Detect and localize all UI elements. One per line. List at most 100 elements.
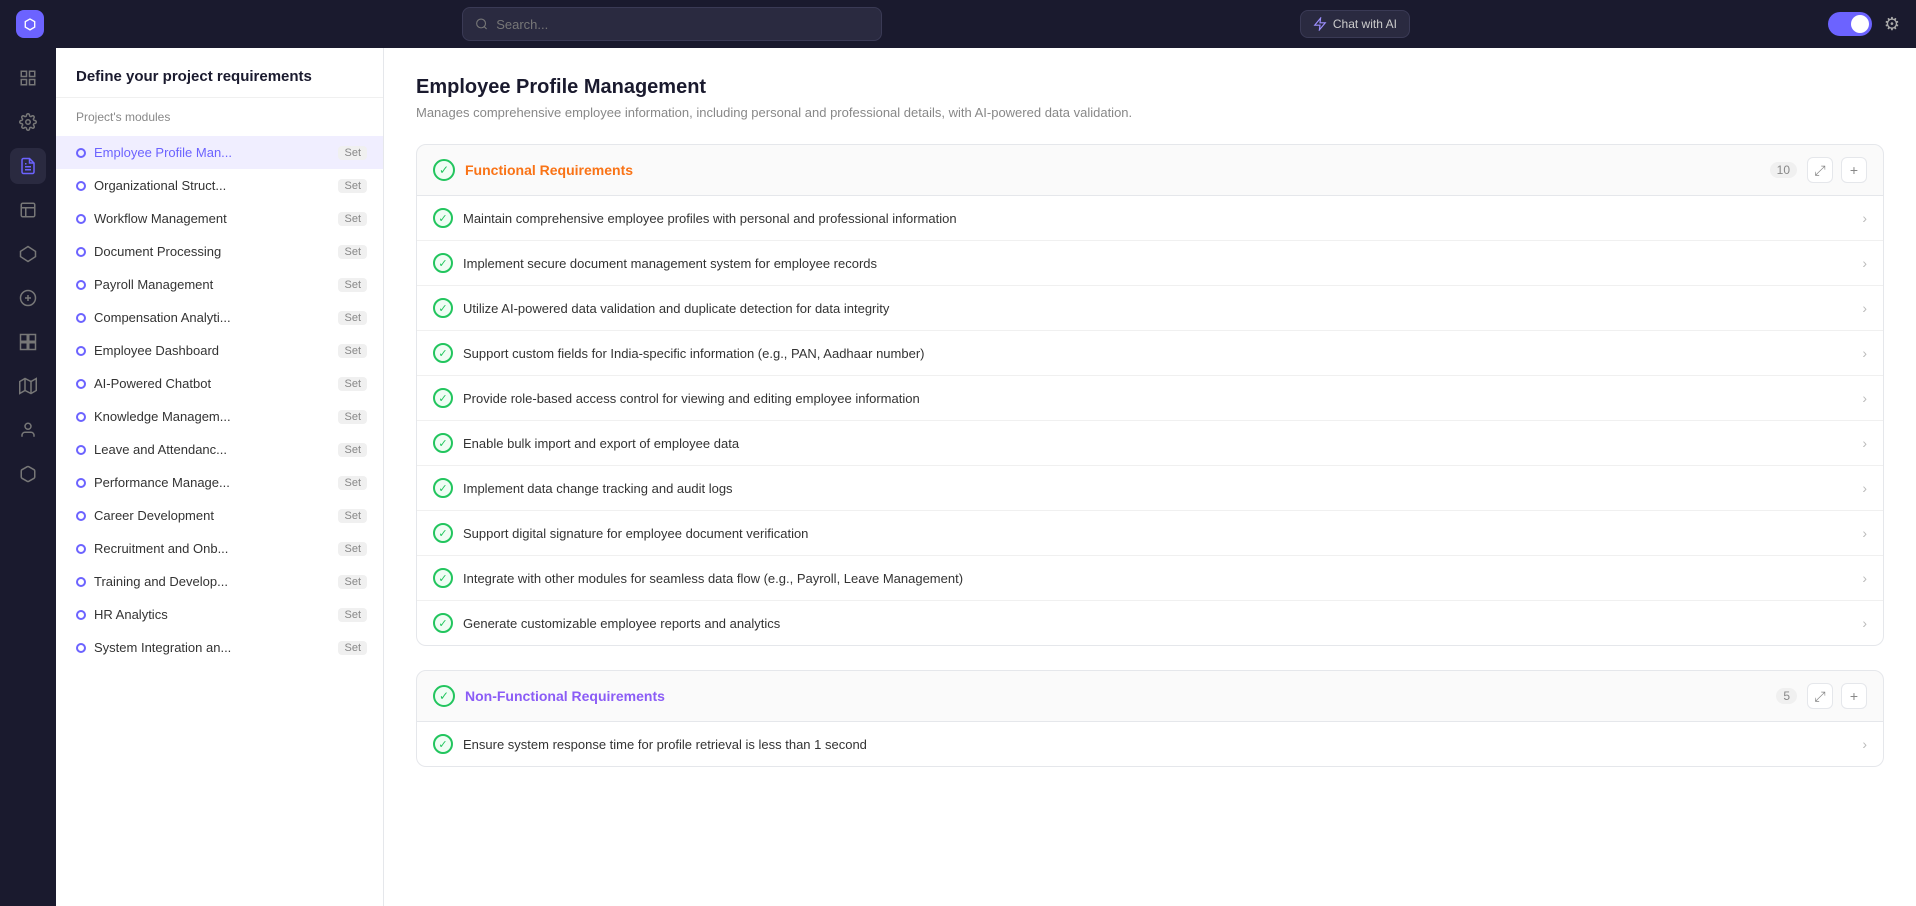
req-item-check-icon: ✓ [433,734,453,754]
module-dot [76,313,86,323]
req-item[interactable]: ✓ Integrate with other modules for seaml… [417,556,1883,601]
sidebar-icon-grid[interactable] [10,60,46,96]
req-expand-button[interactable]: ⤢ [1807,683,1833,709]
module-badge: Set [338,575,367,589]
req-item-arrow-icon: › [1862,736,1867,752]
module-item[interactable]: System Integration an... Set [56,631,383,664]
sidebar-icon-user[interactable] [10,412,46,448]
project-panel-header: Define your project requirements [56,48,383,98]
req-item-check-icon: ✓ [433,253,453,273]
module-item[interactable]: Organizational Struct... Set [56,169,383,202]
req-section: ✓ Functional Requirements 10 ⤢ + ✓ Maint… [416,144,1884,646]
icon-sidebar [0,48,56,906]
module-item[interactable]: Document Processing Set [56,235,383,268]
req-item-check-icon: ✓ [433,523,453,543]
settings-icon[interactable]: ⚙ [1884,14,1900,35]
modules-list: Employee Profile Man... Set Organization… [56,132,383,906]
req-item[interactable]: ✓ Generate customizable employee reports… [417,601,1883,645]
module-item[interactable]: HR Analytics Set [56,598,383,631]
req-count: 10 [1770,162,1797,178]
req-count: 5 [1776,688,1797,704]
req-item-arrow-icon: › [1862,210,1867,226]
req-item[interactable]: ✓ Implement secure document management s… [417,241,1883,286]
req-item-text: Utilize AI-powered data validation and d… [463,301,1852,316]
sidebar-icon-settings[interactable] [10,104,46,140]
req-section-header: ✓ Non-Functional Requirements 5 ⤢ + [416,670,1884,722]
module-item[interactable]: Compensation Analyti... Set [56,301,383,334]
req-expand-button[interactable]: ⤢ [1807,157,1833,183]
req-section-title: Non-Functional Requirements [465,688,1766,704]
req-item-text: Generate customizable employee reports a… [463,616,1852,631]
module-dot [76,445,86,455]
module-item[interactable]: Workflow Management Set [56,202,383,235]
module-item[interactable]: Leave and Attendanc... Set [56,433,383,466]
req-item-check-icon: ✓ [433,343,453,363]
module-badge: Set [338,278,367,292]
module-name: Leave and Attendanc... [94,442,330,457]
module-item[interactable]: AI-Powered Chatbot Set [56,367,383,400]
module-desc: Manages comprehensive employee informati… [416,105,1884,120]
module-name: Employee Dashboard [94,343,330,358]
req-item-arrow-icon: › [1862,615,1867,631]
req-item[interactable]: ✓ Maintain comprehensive employee profil… [417,196,1883,241]
sidebar-icon-map[interactable] [10,368,46,404]
module-badge: Set [338,377,367,391]
module-item[interactable]: Career Development Set [56,499,383,532]
sidebar-icon-grid2[interactable] [10,192,46,228]
req-section-check-icon: ✓ [433,159,455,181]
chat-ai-button[interactable]: Chat with AI [1300,10,1410,38]
module-dot [76,280,86,290]
sidebar-icon-apps[interactable] [10,324,46,360]
req-section: ✓ Non-Functional Requirements 5 ⤢ + ✓ En… [416,670,1884,767]
req-item-check-icon: ✓ [433,478,453,498]
req-item-arrow-icon: › [1862,525,1867,541]
module-item[interactable]: Employee Profile Man... Set [56,136,383,169]
req-item[interactable]: ✓ Implement data change tracking and aud… [417,466,1883,511]
module-badge: Set [338,443,367,457]
main-content: Employee Profile Management Manages comp… [384,48,1916,906]
req-item-arrow-icon: › [1862,390,1867,406]
module-dot [76,346,86,356]
req-items: ✓ Maintain comprehensive employee profil… [416,196,1884,646]
req-item[interactable]: ✓ Support digital signature for employee… [417,511,1883,556]
module-title: Employee Profile Management [416,76,1884,99]
req-item-text: Integrate with other modules for seamles… [463,571,1852,586]
module-item[interactable]: Recruitment and Onb... Set [56,532,383,565]
req-item[interactable]: ✓ Provide role-based access control for … [417,376,1883,421]
req-section-title: Functional Requirements [465,162,1760,178]
req-add-button[interactable]: + [1841,683,1867,709]
req-section-actions: ⤢ + [1807,157,1867,183]
search-bar[interactable] [462,7,882,41]
req-item[interactable]: ✓ Support custom fields for India-specif… [417,331,1883,376]
module-name: System Integration an... [94,640,330,655]
module-name: Payroll Management [94,277,330,292]
sidebar-icon-flow[interactable] [10,236,46,272]
sidebar-icon-group[interactable] [10,280,46,316]
module-name: Document Processing [94,244,330,259]
req-item[interactable]: ✓ Utilize AI-powered data validation and… [417,286,1883,331]
module-dot [76,610,86,620]
module-item[interactable]: Payroll Management Set [56,268,383,301]
module-dot [76,379,86,389]
req-item-check-icon: ✓ [433,298,453,318]
sidebar-icon-box[interactable] [10,456,46,492]
search-icon [475,17,488,31]
module-name: Compensation Analyti... [94,310,330,325]
req-item[interactable]: ✓ Enable bulk import and export of emplo… [417,421,1883,466]
req-item-arrow-icon: › [1862,255,1867,271]
toggle-switch[interactable] [1828,12,1872,36]
module-item[interactable]: Employee Dashboard Set [56,334,383,367]
module-item[interactable]: Knowledge Managem... Set [56,400,383,433]
module-item[interactable]: Training and Develop... Set [56,565,383,598]
req-add-button[interactable]: + [1841,157,1867,183]
module-item[interactable]: Performance Manage... Set [56,466,383,499]
req-item[interactable]: ✓ Ensure system response time for profil… [417,722,1883,766]
search-input[interactable] [496,17,869,32]
module-name: HR Analytics [94,607,330,622]
module-dot [76,181,86,191]
req-item-text: Implement data change tracking and audit… [463,481,1852,496]
sidebar-icon-document[interactable] [10,148,46,184]
module-name: Training and Develop... [94,574,330,589]
req-section-check-icon: ✓ [433,685,455,707]
module-badge: Set [338,509,367,523]
